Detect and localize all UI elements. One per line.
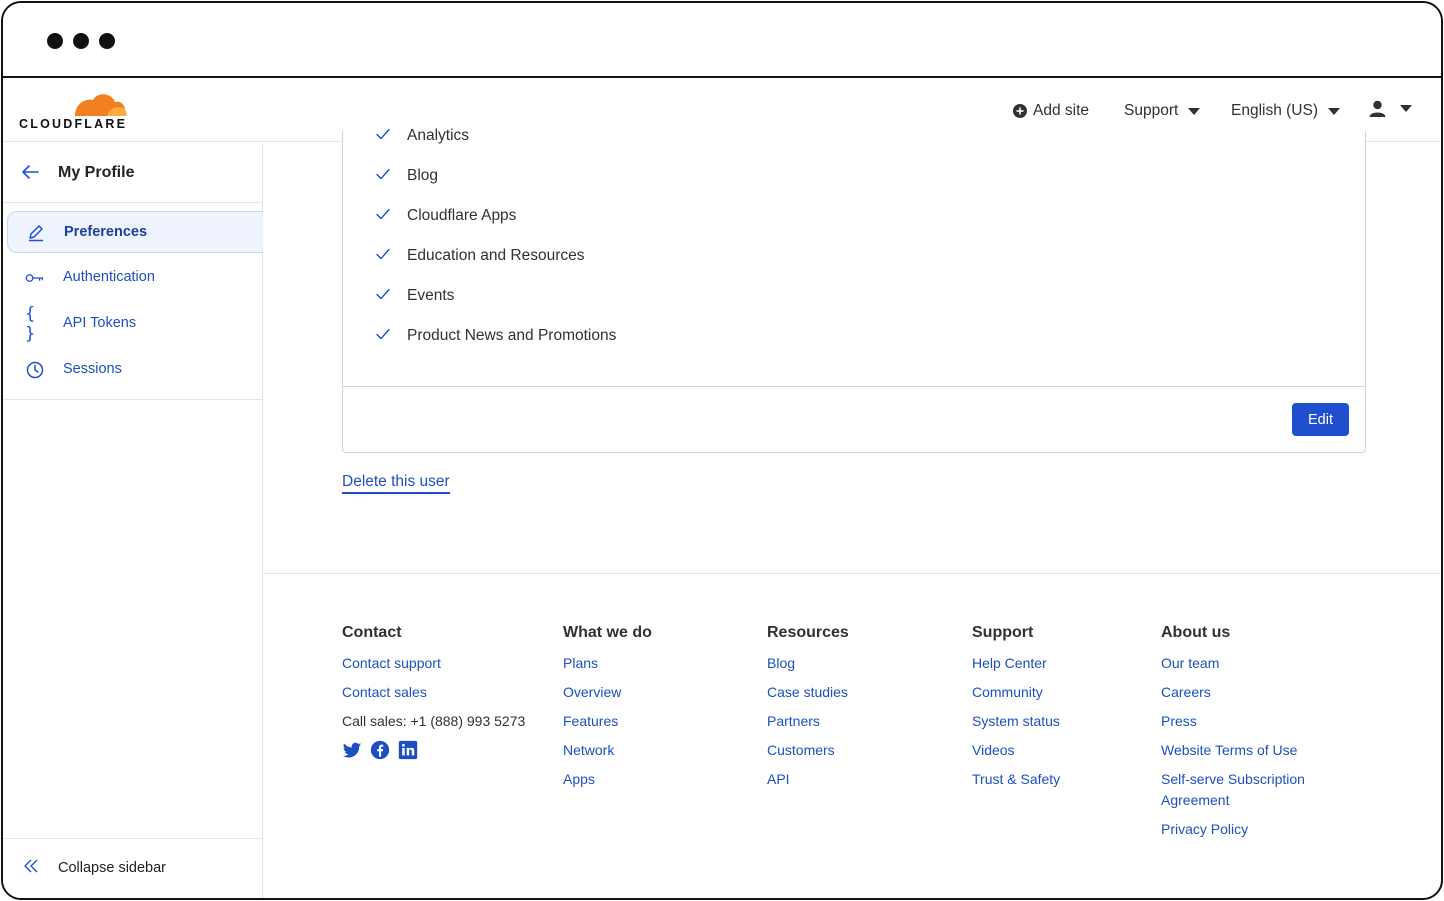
footer-link[interactable]: System status <box>972 711 1060 732</box>
logo-wordmark: CLOUDFLARE <box>19 117 128 131</box>
social-links <box>342 740 525 760</box>
footer-link[interactable]: Network <box>563 740 652 761</box>
key-icon <box>25 268 45 288</box>
edit-button[interactable]: Edit <box>1292 403 1349 436</box>
footer-column-resources: Resources Blog Case studies Partners Cus… <box>767 624 849 798</box>
checked-item-label: Education and Resources <box>407 247 585 264</box>
footer-column-about-us: About us Our team Careers Press Website … <box>1161 624 1341 848</box>
sidebar-item-preferences[interactable]: Preferences <box>7 211 263 253</box>
footer-link[interactable]: Blog <box>767 653 849 674</box>
footer-heading: Support <box>972 624 1034 641</box>
window-dot-maximize[interactable] <box>99 33 115 49</box>
footer-link[interactable]: Partners <box>767 711 849 732</box>
browser-window: CLOUDFLARE Add site Support English (US) <box>1 1 1443 900</box>
language-dropdown[interactable]: English (US) <box>1231 102 1340 120</box>
checked-item-label: Analytics <box>407 127 470 144</box>
facebook-icon[interactable] <box>370 740 390 760</box>
footer-link[interactable]: Customers <box>767 740 849 761</box>
collapse-sidebar-button[interactable]: Collapse sidebar <box>3 838 263 898</box>
footer-column-contact: Contact Contact support Contact sales Ca… <box>342 624 525 760</box>
checkmark-icon <box>376 288 390 300</box>
arrow-left-icon <box>22 165 39 179</box>
checkmark-icon <box>376 168 390 180</box>
sidebar-nav: Preferences Authentication { } API Token… <box>3 203 263 400</box>
footer-link[interactable]: Careers <box>1161 682 1341 703</box>
sidebar-item-label: Sessions <box>63 361 122 377</box>
sidebar-item-label: API Tokens <box>63 315 137 331</box>
linkedin-icon[interactable] <box>398 740 418 760</box>
footer-heading: Resources <box>767 624 849 641</box>
footer-link[interactable]: Plans <box>563 653 652 674</box>
sidebar-item-api-tokens[interactable]: { } API Tokens <box>7 303 263 345</box>
sidebar-item-label: Preferences <box>64 224 148 240</box>
checked-item-label: Cloudflare Apps <box>407 207 517 224</box>
window-titlebar <box>3 3 1441 78</box>
footer-link[interactable]: Website Terms of Use <box>1161 740 1341 761</box>
window-dot-close[interactable] <box>47 33 63 49</box>
footer-heading: What we do <box>563 624 652 641</box>
footer-link[interactable]: Apps <box>563 769 652 790</box>
chevron-down-icon <box>1188 107 1201 115</box>
footer-heading: About us <box>1161 624 1231 641</box>
footer-column-support: Support Help Center Community System sta… <box>972 624 1060 798</box>
sidebar: My Profile Preferences Authentication { … <box>3 143 263 898</box>
chevron-down-icon <box>1400 105 1412 112</box>
footer-link[interactable]: Self-serve Subscription Agreement <box>1161 769 1341 811</box>
window-dot-minimize[interactable] <box>73 33 89 49</box>
sidebar-item-sessions[interactable]: Sessions <box>7 349 263 391</box>
plus-circle-icon <box>1013 104 1027 118</box>
footer-link[interactable]: Overview <box>563 682 652 703</box>
support-dropdown[interactable]: Support <box>1124 102 1201 120</box>
footer-link[interactable]: API <box>767 769 849 790</box>
double-chevron-left-icon <box>24 859 38 873</box>
footer-link[interactable]: Community <box>972 682 1060 703</box>
sidebar-item-label: Authentication <box>63 269 155 285</box>
checked-item-label: Blog <box>407 167 439 184</box>
footer-link[interactable]: Trust & Safety <box>972 769 1060 790</box>
support-label: Support <box>1124 102 1179 119</box>
checkmark-icon <box>376 128 390 140</box>
sidebar-title: My Profile <box>58 164 135 181</box>
checked-item-label: Product News and Promotions <box>407 327 617 344</box>
footer-column-what-we-do: What we do Plans Overview Features Netwo… <box>563 624 652 798</box>
cloud-logo-icon <box>75 94 127 116</box>
chevron-down-icon <box>1328 107 1340 115</box>
language-label: English (US) <box>1231 102 1318 119</box>
footer-link[interactable]: Contact support <box>342 653 525 674</box>
card-footer: Edit <box>343 386 1365 452</box>
user-menu[interactable] <box>1369 100 1412 117</box>
footer-link[interactable]: Case studies <box>767 682 849 703</box>
user-icon <box>1369 100 1386 117</box>
pencil-icon <box>26 223 46 243</box>
checkmark-icon <box>376 328 390 340</box>
footer-link[interactable]: Our team <box>1161 653 1341 674</box>
email-preferences-card: Analytics Blog Cloudflare Apps Education an… <box>342 127 1366 453</box>
footer-link[interactable]: Press <box>1161 711 1341 732</box>
add-site-label: Add site <box>1033 102 1090 119</box>
collapse-sidebar-label: Collapse sidebar <box>58 860 167 876</box>
cloudflare-logo[interactable]: CLOUDFLARE <box>19 88 131 134</box>
main-content: Analytics Blog Cloudflare Apps Education an… <box>264 127 1441 898</box>
page-footer: Contact Contact support Contact sales Ca… <box>264 573 1441 898</box>
footer-link[interactable]: Videos <box>972 740 1060 761</box>
checkmark-icon <box>376 248 390 260</box>
sidebar-item-authentication[interactable]: Authentication <box>7 257 263 299</box>
sidebar-back-link[interactable]: My Profile <box>3 143 263 203</box>
braces-icon: { } <box>25 304 36 344</box>
footer-link[interactable]: Privacy Policy <box>1161 819 1341 840</box>
twitter-icon[interactable] <box>342 740 362 760</box>
footer-link[interactable]: Contact sales <box>342 682 525 703</box>
delete-user-link[interactable]: Delete this user <box>342 473 450 494</box>
call-sales-text: Call sales: +1 (888) 993 5273 <box>342 713 526 729</box>
footer-link[interactable]: Help Center <box>972 653 1060 674</box>
checkmark-icon <box>376 208 390 220</box>
checked-item-label: Events <box>407 287 455 304</box>
footer-heading: Contact <box>342 624 402 641</box>
add-site-button[interactable]: Add site <box>1013 102 1089 120</box>
clock-icon <box>25 360 45 380</box>
footer-link[interactable]: Features <box>563 711 652 732</box>
